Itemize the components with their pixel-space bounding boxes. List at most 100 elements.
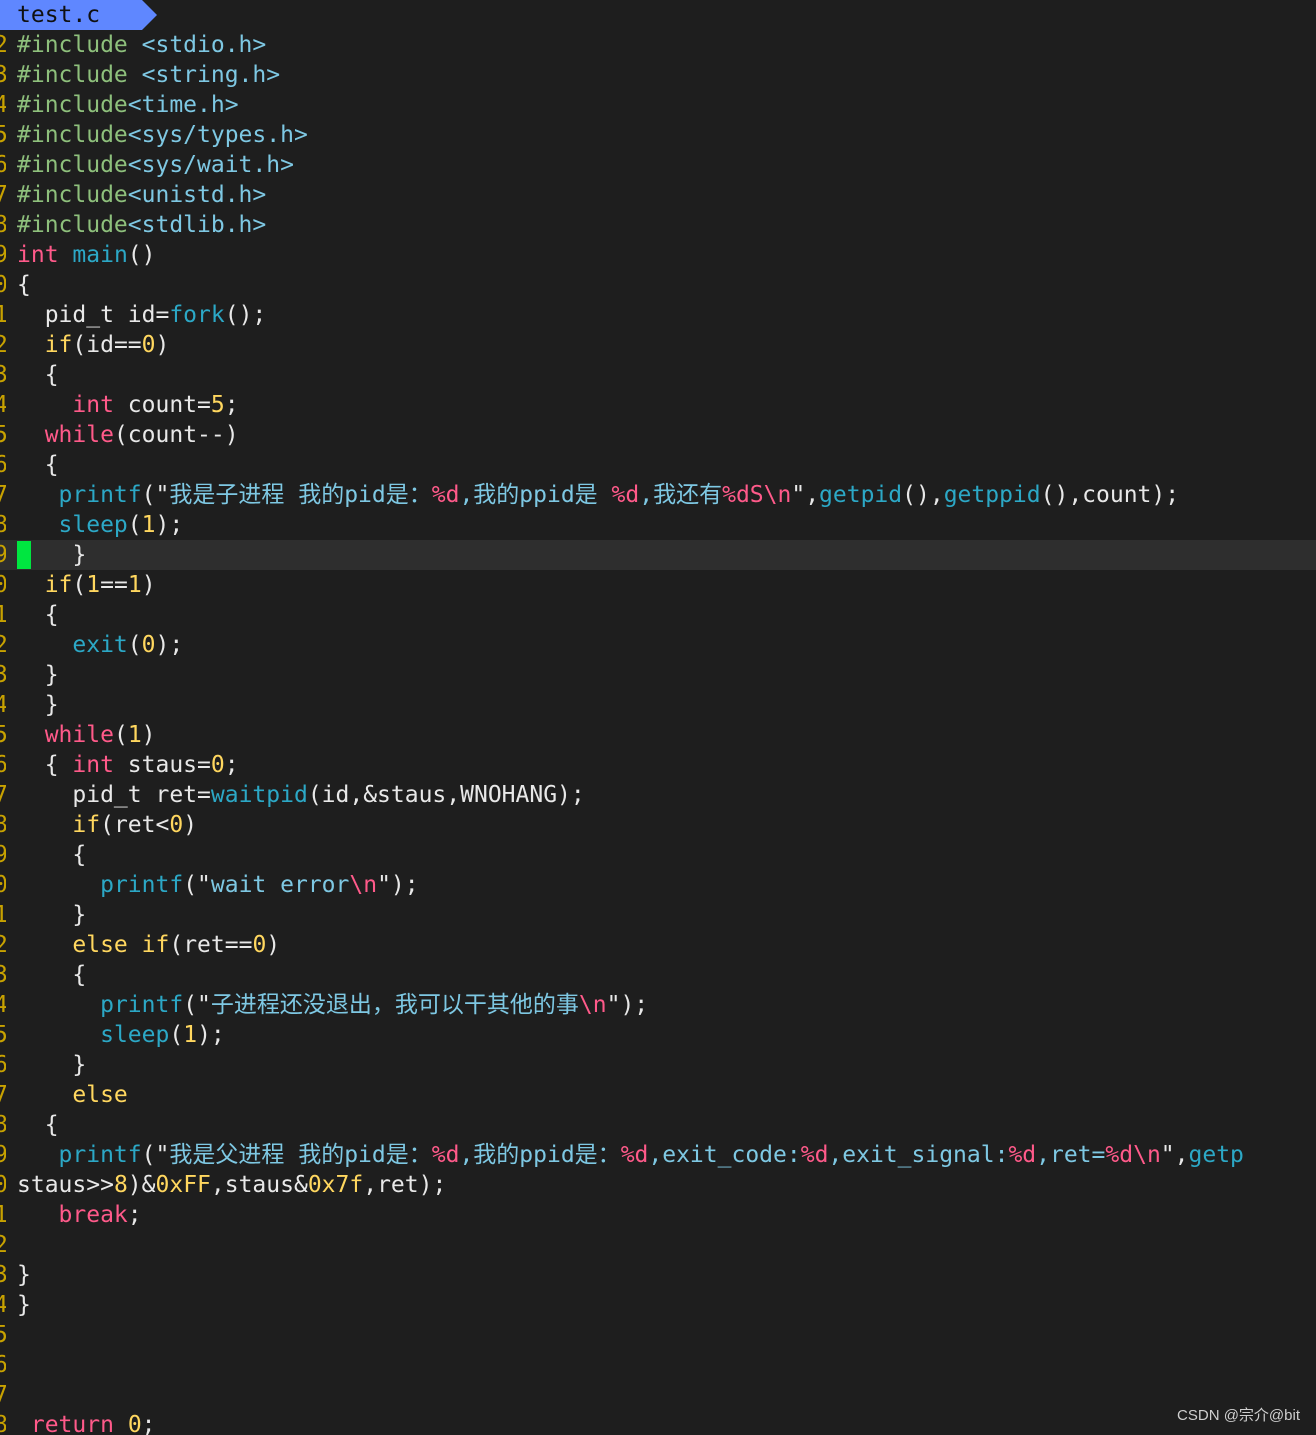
code-token: ,我的ppid是： (459, 1142, 621, 1168)
code-line[interactable]: 8 #include<stdlib.h> (0, 210, 1316, 240)
code-line[interactable]: 8 sleep(1); (0, 510, 1316, 540)
code-line-text: int main() (17, 240, 156, 270)
code-token: while (44, 722, 114, 748)
code-line[interactable]: 2 exit(0); (0, 630, 1316, 660)
code-line[interactable]: 6 (0, 1350, 1316, 1380)
code-line[interactable]: 3 { (0, 360, 1316, 390)
code-line-text: printf("我是父进程 我的pid是：%d,我的ppid是：%d,exit_… (17, 1140, 1244, 1170)
code-token: (" (183, 992, 211, 1018)
code-token: ; (224, 392, 239, 418)
code-line[interactable]: 7 else (0, 1080, 1316, 1110)
code-line[interactable]: 6 { int staus=0; (0, 750, 1316, 780)
code-token: \n (578, 992, 607, 1018)
code-token: int (72, 392, 114, 418)
line-number: 7 (0, 180, 6, 210)
code-line[interactable]: 4 int count=5; (0, 390, 1316, 420)
code-area[interactable]: 2#include <stdio.h>3#include <string.h>4… (0, 30, 1316, 1435)
code-token: printf (58, 482, 142, 508)
code-line[interactable]: 6 #include<sys/wait.h> (0, 150, 1316, 180)
code-token: %d (611, 482, 640, 508)
file-tab[interactable]: test.c (0, 0, 157, 30)
code-line[interactable]: 6 { (0, 450, 1316, 480)
code-token: printf (100, 872, 184, 898)
code-token: <unistd.h> (127, 182, 267, 208)
code-line[interactable]: 7 printf("我是子进程 我的pid是：%d,我的ppid是 %d,我还有… (0, 480, 1316, 510)
code-line[interactable]: 5 (0, 1320, 1316, 1350)
watermark: CSDN @宗介@bit (1177, 1407, 1300, 1424)
code-line[interactable]: 9 { (0, 840, 1316, 870)
code-line[interactable]: 9 int main() (0, 240, 1316, 270)
code-line[interactable]: 5 #include<sys/types.h> (0, 120, 1316, 150)
code-line-text: } (17, 1050, 86, 1080)
code-line[interactable]: 6 } (0, 1050, 1316, 1080)
code-line[interactable]: 2 else if(ret==0) (0, 930, 1316, 960)
code-line[interactable]: 5 sleep(1); (0, 1020, 1316, 1050)
code-line[interactable]: 1 pid_t id=fork(); (0, 300, 1316, 330)
code-line[interactable]: 1 break; (0, 1200, 1316, 1230)
code-token: %d (1105, 1142, 1134, 1168)
code-token: \n (1133, 1142, 1161, 1168)
code-line[interactable]: 3 { (0, 960, 1316, 990)
code-token: ,我的ppid是 (459, 482, 612, 508)
line-number: 3 (0, 660, 6, 690)
code-line[interactable]: 2 #include <stdio.h> (0, 30, 1316, 60)
code-line[interactable]: 0 staus>>8)&0xFF,staus&0x7f,ret); (0, 1170, 1316, 1200)
code-token: if (44, 332, 73, 358)
code-line[interactable]: 1 } (0, 900, 1316, 930)
code-line[interactable]: 4 #include<time.h> (0, 90, 1316, 120)
code-line[interactable]: 9 printf("我是父进程 我的pid是：%d,我的ppid是：%d,exi… (0, 1140, 1316, 1170)
code-line-text: printf("我是子进程 我的pid是：%d,我的ppid是 %d,我还有%d… (17, 480, 1180, 510)
code-line[interactable]: 9 } (0, 540, 1316, 570)
code-line[interactable]: 4 } (0, 690, 1316, 720)
code-line[interactable]: 0 printf("wait error\n"); (0, 870, 1316, 900)
code-token: break (58, 1202, 128, 1228)
code-token: } (17, 692, 59, 718)
code-token: 0x7f (307, 1172, 364, 1198)
code-token: 0 (127, 1412, 142, 1435)
line-number: 7 (0, 1380, 6, 1410)
code-line[interactable]: 7 pid_t ret=waitpid(id,&staus,WNOHANG); (0, 780, 1316, 810)
code-token: { (17, 272, 31, 298)
line-number: 2 (0, 30, 6, 60)
vim-editor[interactable]: test.c 2 #include <stdio.h> 3 #include <str… (0, 0, 1316, 1435)
code-line[interactable]: 3 #include <string.h> (0, 60, 1316, 90)
code-line[interactable]: 3 } (0, 660, 1316, 690)
code-line[interactable]: 2 (0, 1230, 1316, 1260)
line-number: 6 (0, 750, 6, 780)
code-line[interactable]: 5 while(1) (0, 720, 1316, 750)
code-line[interactable]: 8 if(ret<0) (0, 810, 1316, 840)
code-line[interactable]: 0 if(1==1) (0, 570, 1316, 600)
code-token: %d (620, 1142, 649, 1168)
code-line[interactable]: 2 if(id==0) (0, 330, 1316, 360)
code-line[interactable]: 8 { (0, 1110, 1316, 1140)
code-token: sleep (100, 1022, 170, 1048)
code-token: %d (1008, 1142, 1037, 1168)
code-token: 0xFF (155, 1172, 211, 1198)
code-line[interactable]: 5 while(count--) (0, 420, 1316, 450)
code-token: waitpid (210, 782, 308, 808)
code-line-text: } (17, 1290, 31, 1320)
code-line[interactable]: 3} (0, 1260, 1316, 1290)
code-line[interactable]: 0{ (0, 270, 1316, 300)
code-line[interactable]: 7 #include<unistd.h> (0, 180, 1316, 210)
code-token: ; (127, 1202, 142, 1228)
code-line[interactable]: 4 printf("子进程还没退出，我可以干其他的事\n"); (0, 990, 1316, 1020)
code-line-text: { (17, 840, 86, 870)
code-line[interactable]: 8 return 0; (0, 1410, 1316, 1435)
code-line-text: if(ret<0) (17, 810, 197, 840)
code-line[interactable]: 7 (0, 1380, 1316, 1410)
code-token: { (17, 962, 87, 988)
code-token: else (72, 932, 128, 958)
line-number: 7 (0, 780, 6, 810)
code-line[interactable]: 1 { (0, 600, 1316, 630)
code-token: 子进程还没退出，我可以干其他的事 (210, 992, 579, 1018)
code-line-text: pid_t ret=waitpid(id,&staus,WNOHANG); (17, 780, 584, 810)
text-cursor (17, 541, 31, 569)
code-token: 5 (210, 392, 225, 418)
code-line[interactable]: 4} (0, 1290, 1316, 1320)
code-line-text: #include <string.h> (17, 60, 280, 90)
code-token: ", (791, 482, 820, 508)
